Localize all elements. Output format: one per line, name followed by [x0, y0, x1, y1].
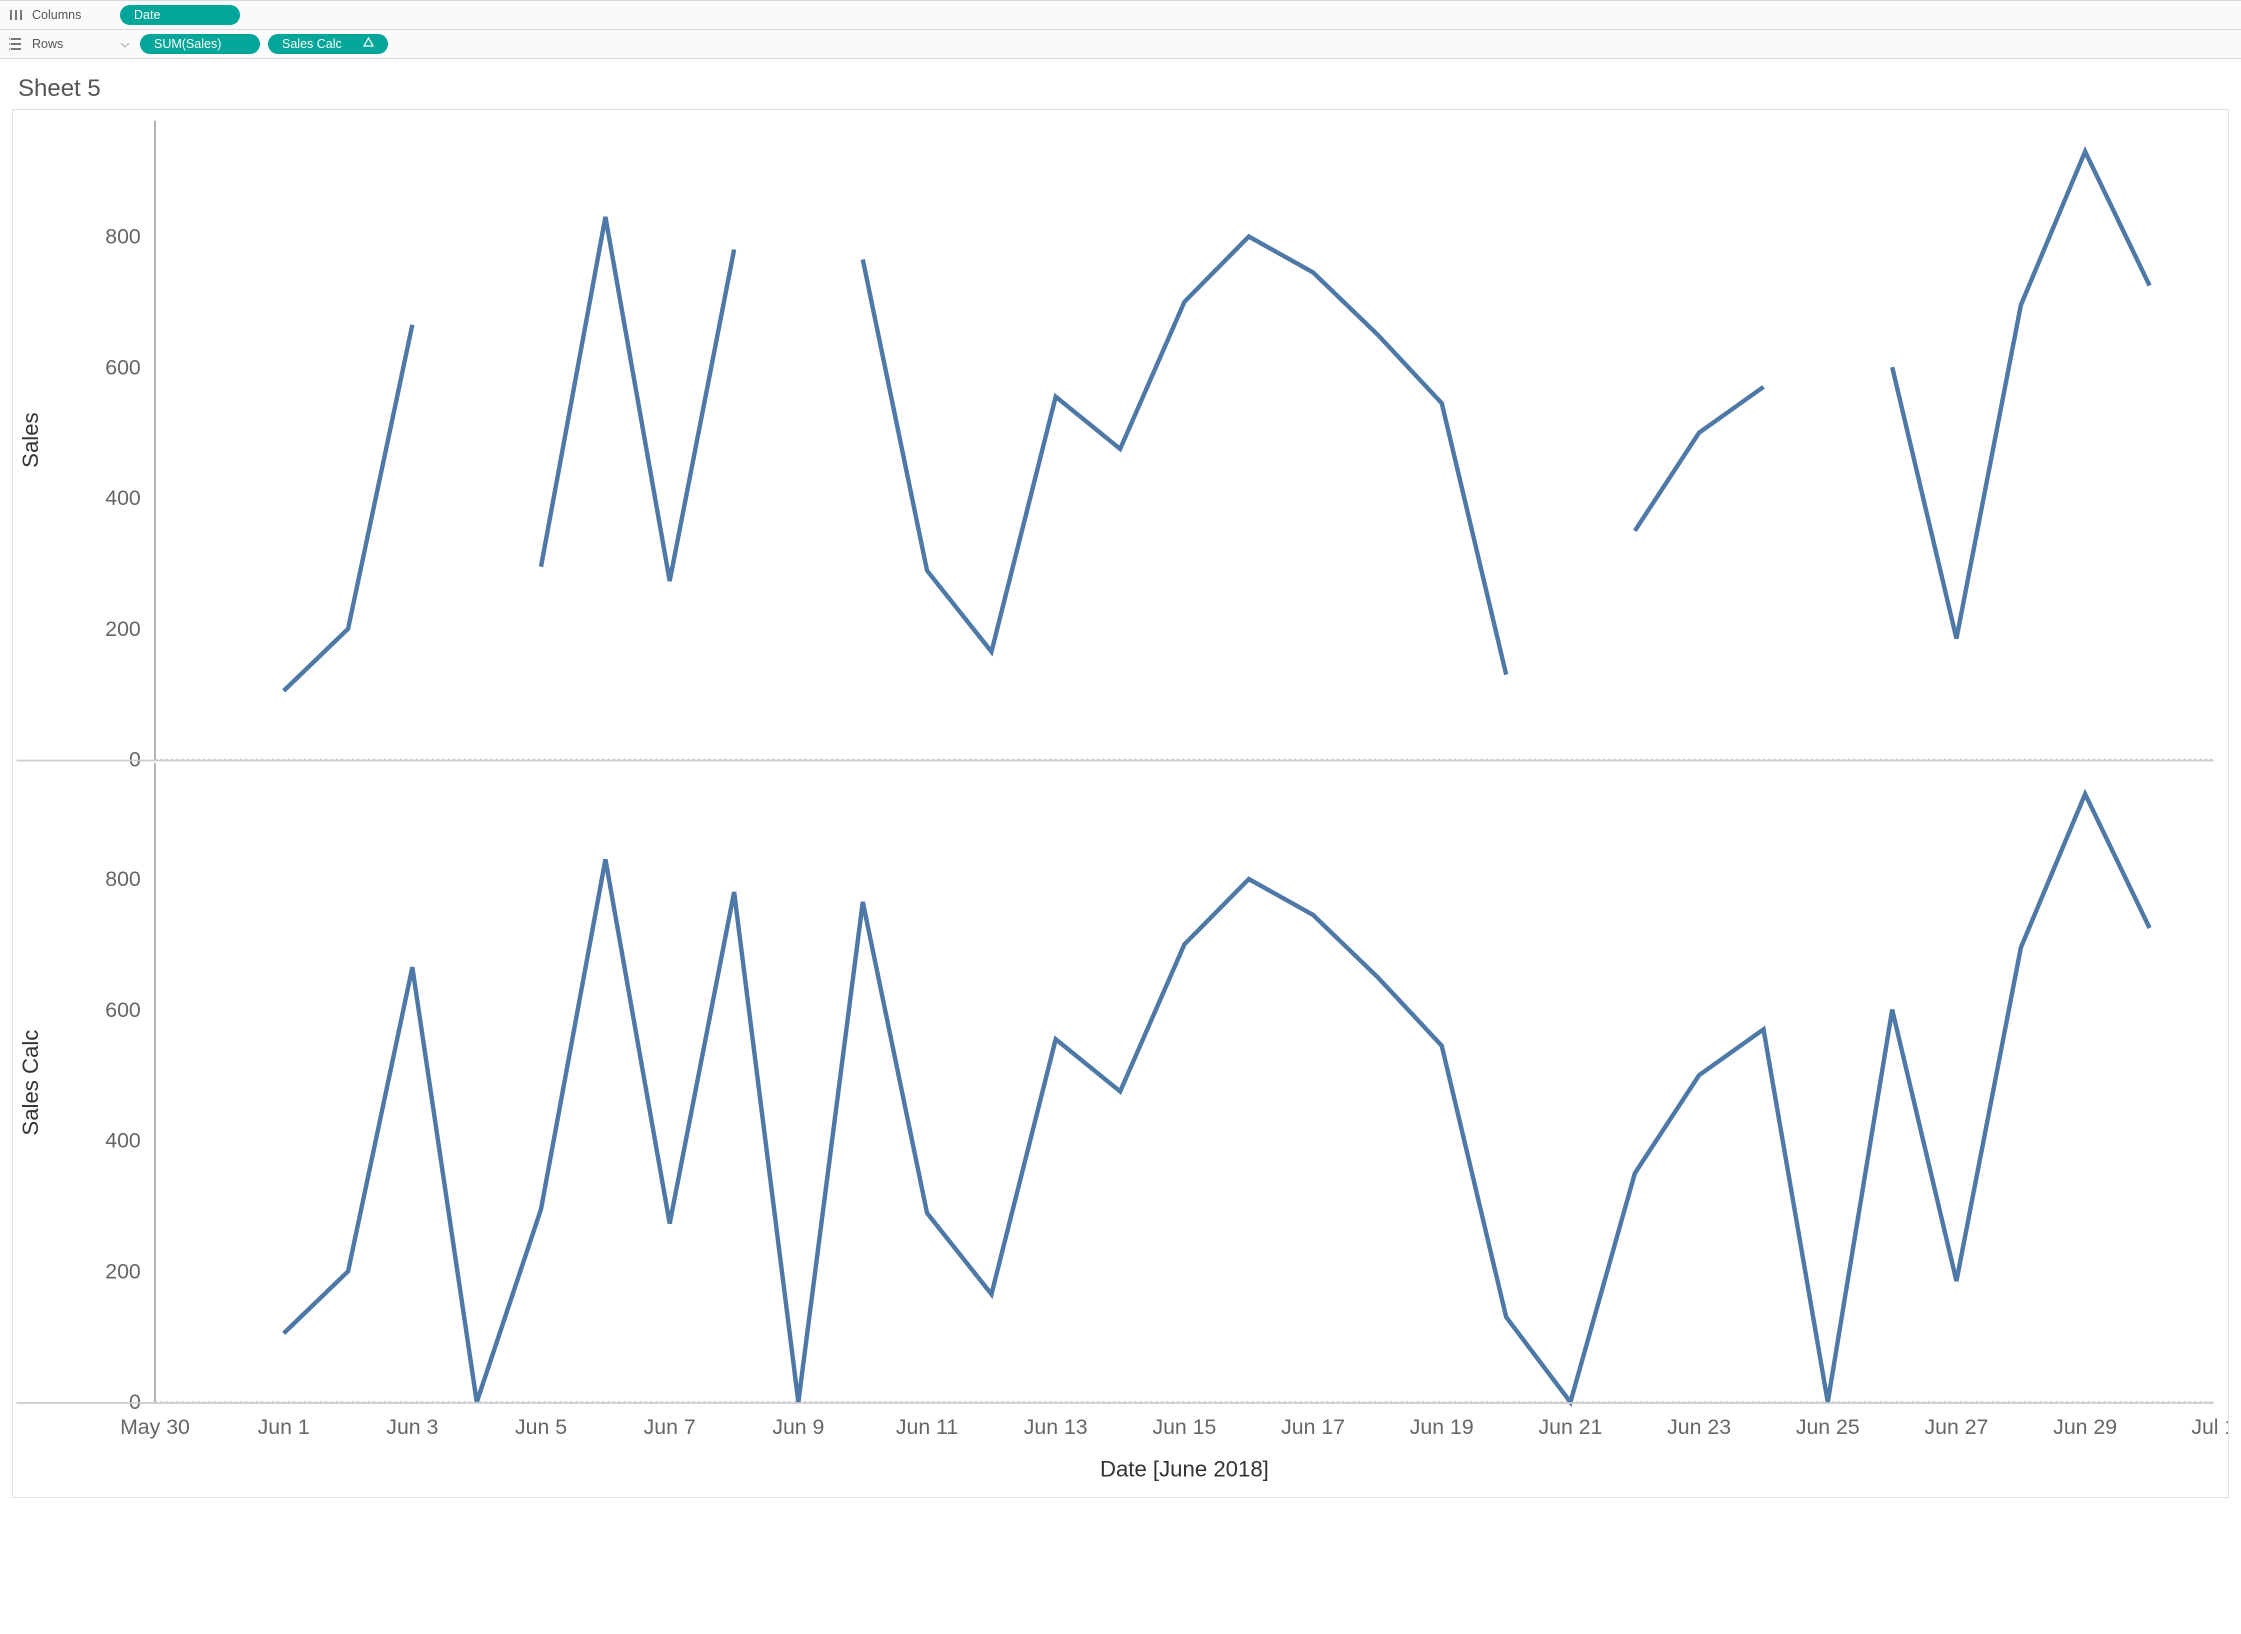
x-tick-label: Jul 1 — [2191, 1415, 2228, 1439]
x-tick-label: Jun 5 — [515, 1415, 567, 1439]
sheet-title[interactable]: Sheet 5 — [18, 75, 2233, 103]
x-tick-label: Jun 3 — [386, 1415, 438, 1439]
columns-icon — [8, 7, 24, 23]
sheet-area: Sheet 5 0200400600800Sales0200400600800S… — [0, 59, 2241, 1506]
visualization[interactable]: 0200400600800Sales0200400600800Sales Cal… — [12, 109, 2229, 1498]
y-tick-label: 400 — [105, 1129, 141, 1153]
rows-shelf[interactable]: Rows SUM(Sales) Sales Calc — [0, 29, 2241, 58]
y-tick-label: 800 — [105, 225, 141, 249]
x-tick-label: Jun 17 — [1281, 1415, 1345, 1439]
pill-date[interactable]: Date — [120, 5, 240, 25]
pill-sum-sales[interactable]: SUM(Sales) — [140, 34, 260, 54]
x-tick-label: Jun 23 — [1667, 1415, 1731, 1439]
pill-label: Date — [134, 8, 160, 22]
x-tick-label: Jun 29 — [2053, 1415, 2117, 1439]
y-tick-label: 600 — [105, 355, 141, 379]
pill-sales-calc[interactable]: Sales Calc — [268, 34, 388, 54]
data-series-line[interactable] — [1892, 152, 2149, 639]
data-series-line[interactable] — [284, 325, 413, 691]
rows-dropdown-icon[interactable] — [120, 38, 132, 50]
y-tick-label: 400 — [105, 486, 141, 510]
x-tick-label: Jun 27 — [1924, 1415, 1988, 1439]
x-tick-label: Jun 11 — [896, 1415, 958, 1439]
rows-shelf-label: Rows — [32, 37, 112, 51]
data-series-line[interactable] — [284, 794, 2150, 1402]
y-tick-label: 800 — [105, 867, 141, 891]
x-tick-label: May 30 — [120, 1415, 190, 1439]
shelves-container: Columns Date Rows SUM(Sales) Sales Calc — [0, 0, 2241, 59]
data-series-line[interactable] — [541, 217, 734, 581]
x-tick-label: Jun 7 — [644, 1415, 696, 1439]
y-tick-label: 200 — [105, 1259, 141, 1283]
x-tick-label: Jun 1 — [258, 1415, 310, 1439]
y-tick-label: 600 — [105, 998, 141, 1022]
data-series-line[interactable] — [1635, 387, 1764, 531]
data-series-line[interactable] — [863, 237, 1506, 675]
y-axis-title: Sales Calc — [18, 1030, 43, 1136]
columns-shelf[interactable]: Columns Date — [0, 0, 2241, 29]
x-tick-label: Jun 9 — [772, 1415, 824, 1439]
x-tick-label: Jun 25 — [1796, 1415, 1860, 1439]
y-axis-title: Sales — [18, 412, 43, 467]
x-axis-title: Date [June 2018] — [1100, 1457, 1269, 1482]
rows-icon — [8, 36, 24, 52]
x-tick-label: Jun 21 — [1538, 1415, 1602, 1439]
pill-label: Sales Calc — [282, 37, 342, 51]
table-calc-delta-icon — [363, 37, 374, 51]
pill-label: SUM(Sales) — [154, 37, 221, 51]
chart-svg: 0200400600800Sales0200400600800Sales Cal… — [13, 110, 2228, 1494]
columns-shelf-label: Columns — [32, 8, 112, 22]
x-tick-label: Jun 19 — [1410, 1415, 1474, 1439]
y-tick-label: 200 — [105, 617, 141, 641]
x-tick-label: Jun 15 — [1152, 1415, 1216, 1439]
x-tick-label: Jun 13 — [1024, 1415, 1088, 1439]
